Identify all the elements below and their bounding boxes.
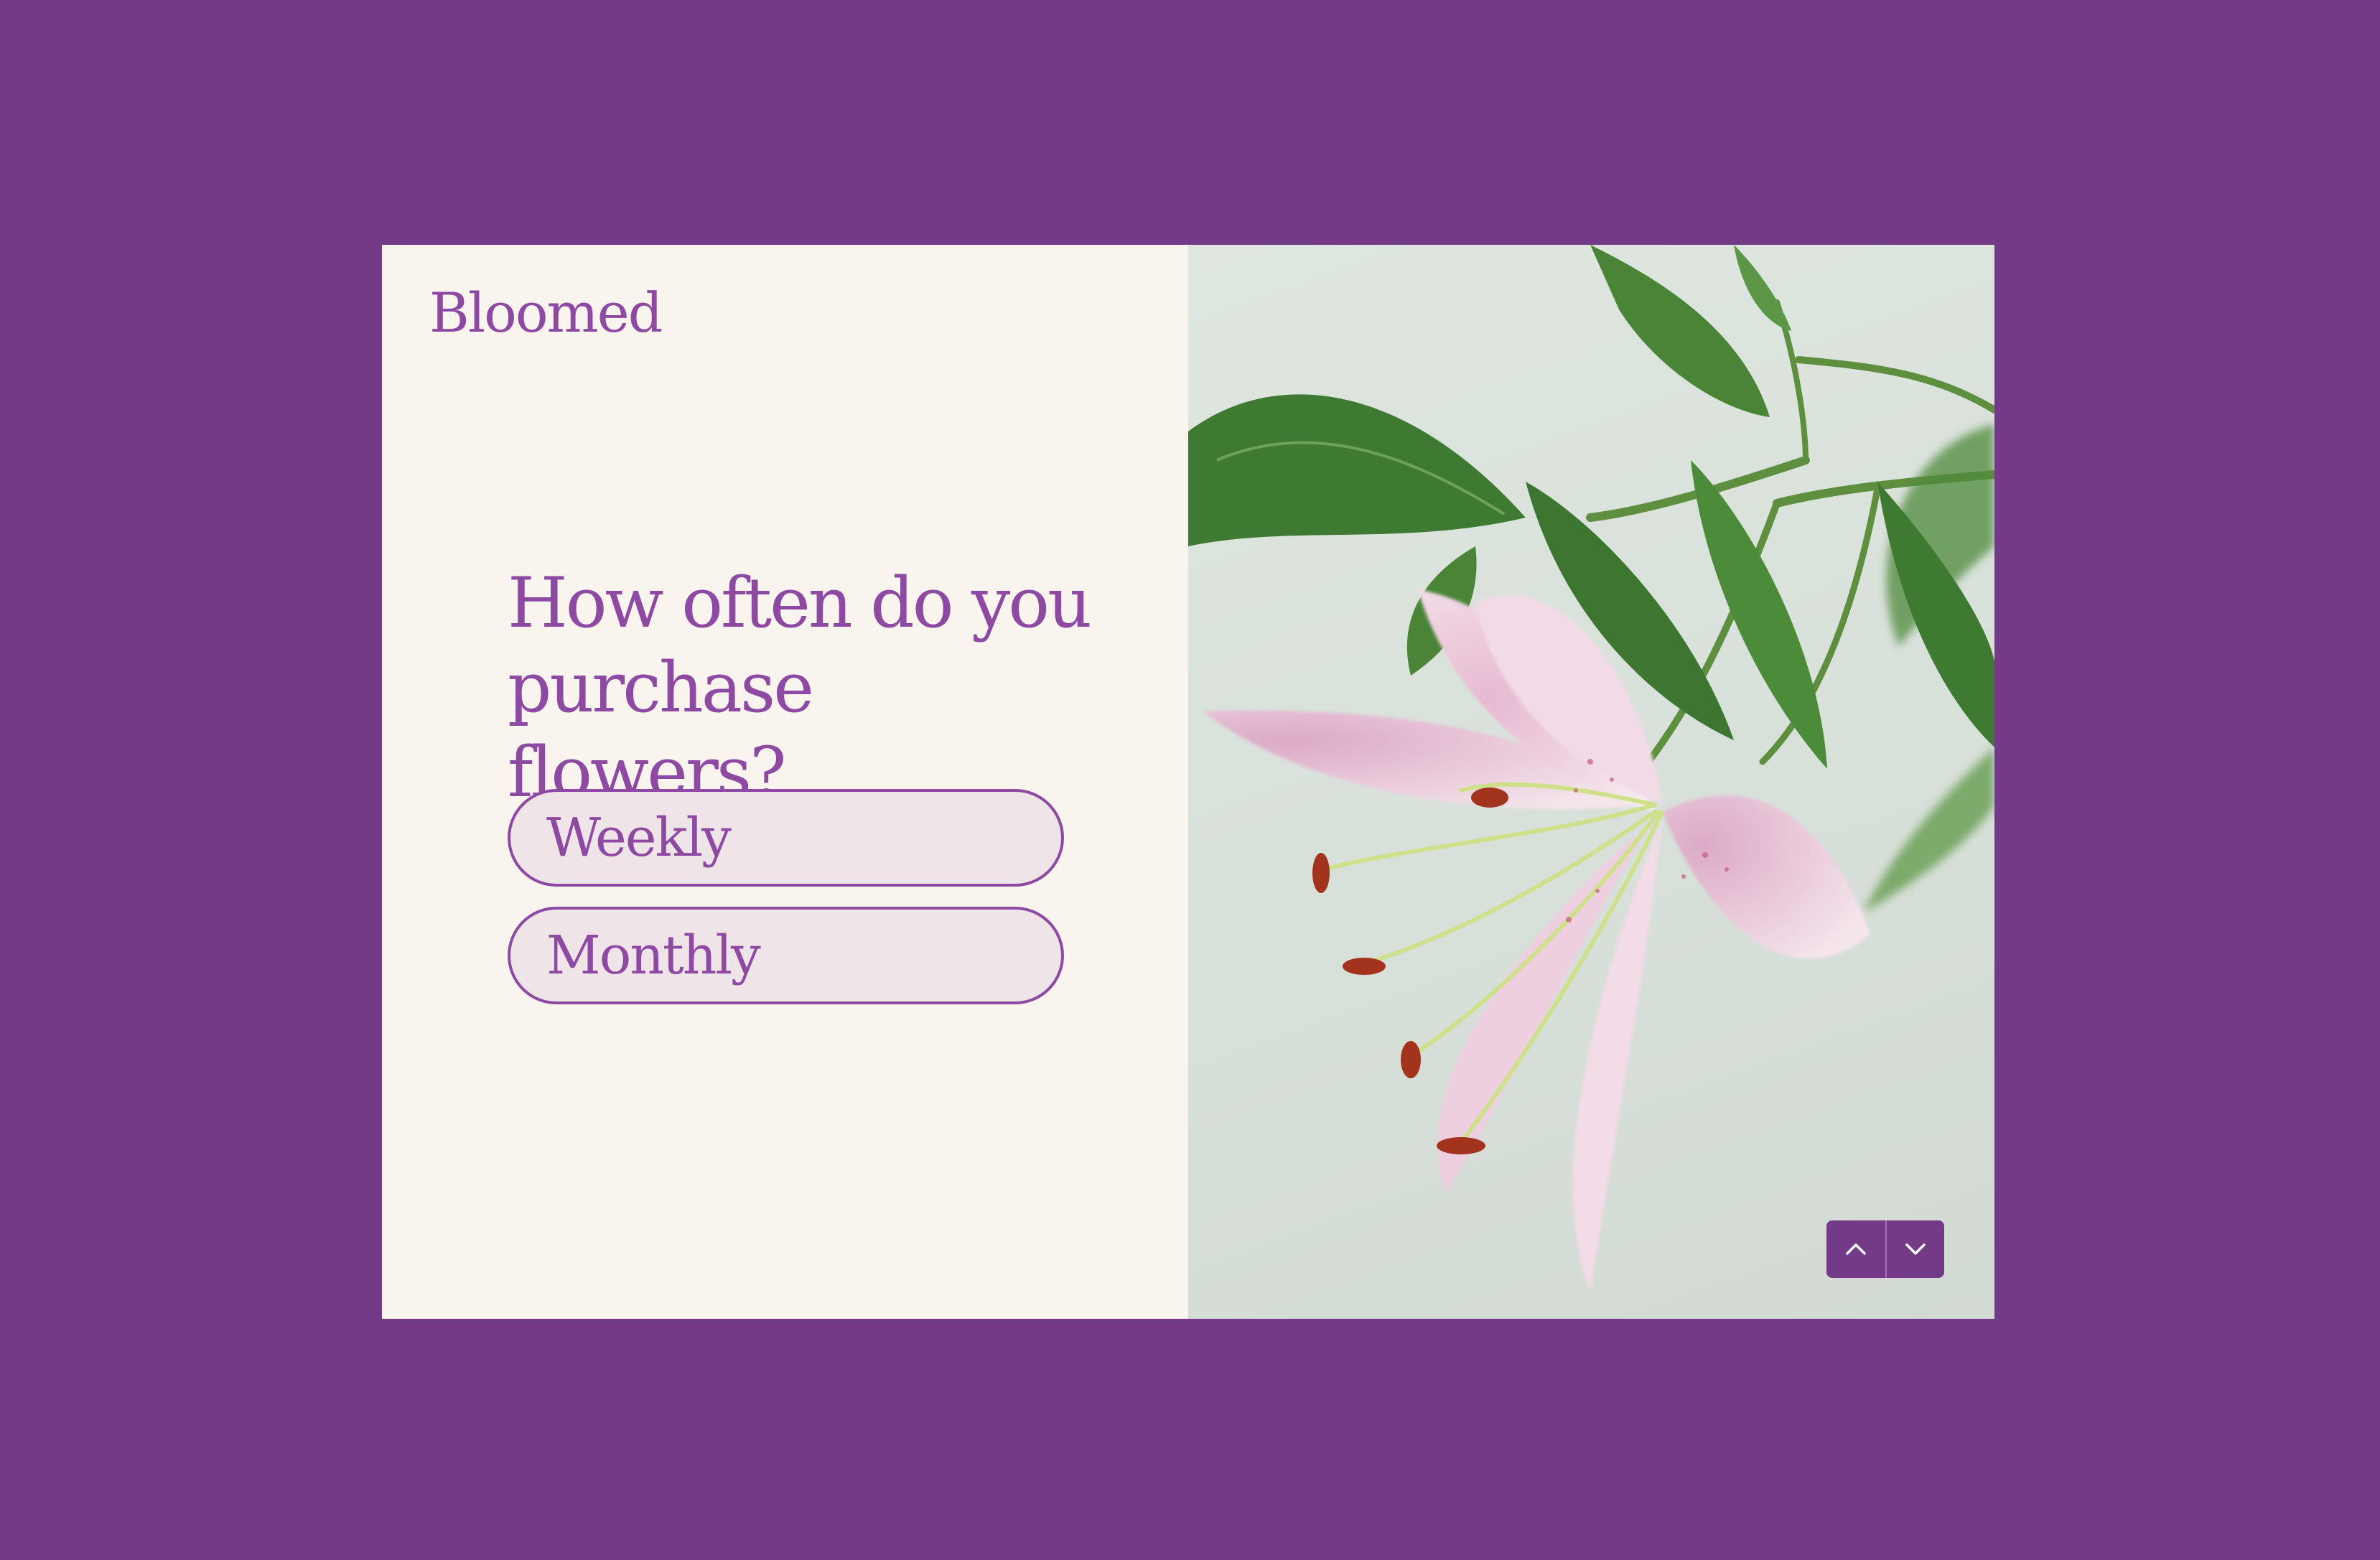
previous-question-button[interactable] [1826, 1220, 1885, 1278]
chevron-up-icon [1846, 1243, 1866, 1255]
question-navigation [1826, 1220, 1944, 1278]
chevron-down-icon [1905, 1243, 1926, 1255]
survey-card: Bloomed How often do you purchase flower… [382, 245, 1994, 1319]
option-monthly-button[interactable]: Monthly [508, 907, 1064, 1004]
question-panel: Bloomed How often do you purchase flower… [382, 245, 1188, 1319]
flower-image [1188, 245, 1994, 1319]
answer-options: Weekly Monthly [508, 789, 1064, 1024]
option-weekly-button[interactable]: Weekly [508, 789, 1064, 887]
lily-photo [1188, 245, 1994, 1293]
question-title: How often do you purchase flowers? [508, 563, 1092, 813]
brand-logo: Bloomed [429, 281, 663, 345]
next-question-button[interactable] [1885, 1220, 1944, 1278]
